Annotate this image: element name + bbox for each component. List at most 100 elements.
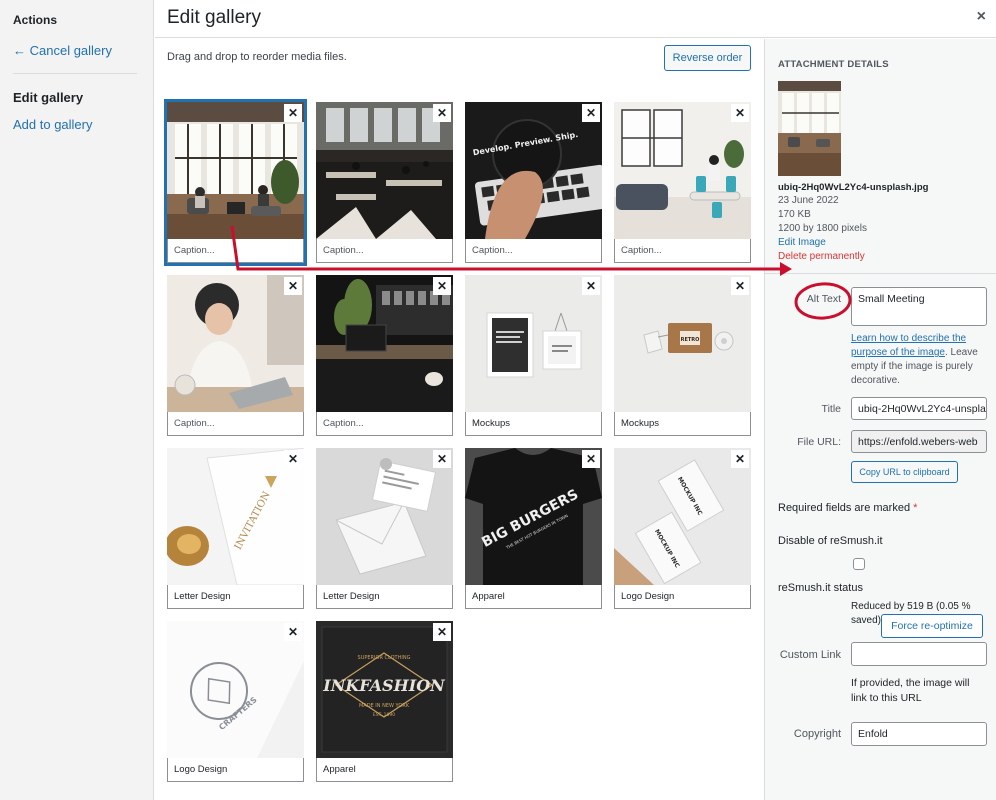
gallery-tile[interactable]: BIG BURGERS THE BEST HOT BURGERS IN TOWN…	[465, 448, 602, 609]
remove-icon[interactable]: ✕	[284, 277, 302, 295]
custom-link-field[interactable]	[851, 642, 987, 666]
gallery-tile[interactable]: ✕ Letter Design	[316, 448, 453, 609]
gallery-tile[interactable]: SUPERIOR CLOTHING INKFASHION MADE IN NEW…	[316, 621, 453, 782]
gallery-tile[interactable]: ✕ Mockups	[465, 275, 602, 436]
image-thumbnail[interactable]	[316, 448, 453, 585]
copy-url-button[interactable]: Copy URL to clipboard	[851, 461, 958, 483]
attachment-details-panel: ATTACHMENT DETAILS ubiq-2Hq0WvL2Yc4-unsp…	[764, 39, 996, 800]
actions-heading: Actions	[13, 13, 58, 27]
caption-field[interactable]: Letter Design	[167, 585, 304, 609]
image-thumbnail[interactable]	[614, 102, 751, 239]
attachment-filesize: 170 KB	[778, 209, 811, 220]
caption-field[interactable]: Apparel	[316, 758, 453, 782]
alt-text-help: Learn how to describe the purpose of the…	[851, 332, 991, 388]
remove-icon[interactable]: ✕	[731, 277, 749, 295]
ink-bottom-text: MADE IN NEW YORK	[359, 703, 410, 709]
remove-icon[interactable]: ✕	[284, 450, 302, 468]
title-field[interactable]: ubiq-2Hq0WvL2Yc4-unsplash	[851, 397, 987, 420]
gallery-tile[interactable]: ✕ Caption...	[164, 99, 307, 266]
delete-permanently-link[interactable]: Delete permanently	[778, 251, 865, 262]
caption-field[interactable]: Caption...	[167, 239, 304, 263]
alt-text-field[interactable]: Small Meeting	[851, 287, 987, 326]
ink-top-text: SUPERIOR CLOTHING	[358, 655, 411, 661]
attachment-filename: ubiq-2Hq0WvL2Yc4-unsplash.jpg	[778, 182, 929, 193]
required-fields-text: Required fields are marked	[778, 502, 911, 514]
remove-icon[interactable]: ✕	[731, 450, 749, 468]
copyright-field[interactable]: Enfold	[851, 722, 987, 746]
gallery-tile[interactable]: ✕ Caption...	[316, 102, 453, 263]
force-reoptimize-button[interactable]: Force re-optimize	[881, 614, 983, 638]
remove-icon[interactable]: ✕	[284, 623, 302, 641]
gallery-area: Drag and drop to reorder media files. Re…	[155, 39, 763, 800]
gallery-tile[interactable]: Develop. Preview. Ship. ✕ Caption...	[465, 102, 602, 263]
attachment-date: 23 June 2022	[778, 195, 839, 206]
caption-field[interactable]: Letter Design	[316, 585, 453, 609]
image-thumbnail[interactable]: CRAFTERS	[167, 621, 304, 758]
gallery-tile[interactable]: ✕ Caption...	[316, 275, 453, 436]
details-divider	[765, 273, 996, 274]
gallery-tile[interactable]: INVITATION ✕ Letter Design	[167, 448, 304, 609]
copyright-label: Copyright	[793, 728, 841, 740]
page-title: Edit gallery	[167, 7, 261, 28]
attachment-details-heading: ATTACHMENT DETAILS	[778, 59, 889, 70]
remove-icon[interactable]: ✕	[433, 450, 451, 468]
gallery-tile[interactable]: RETRO ✕ Mockups	[614, 275, 751, 436]
remove-icon[interactable]: ✕	[433, 277, 451, 295]
remove-icon[interactable]: ✕	[731, 104, 749, 122]
disable-resmush-checkbox[interactable]	[853, 558, 865, 570]
image-thumbnail[interactable]: Develop. Preview. Ship.	[465, 102, 602, 239]
remove-icon[interactable]: ✕	[284, 104, 302, 122]
resmush-status-label: reSmush.it status	[778, 582, 863, 594]
gallery-tile[interactable]: CRAFTERS ✕ Logo Design	[167, 621, 304, 782]
image-thumbnail[interactable]	[316, 102, 453, 239]
caption-field[interactable]: Caption...	[614, 239, 751, 263]
file-url-field[interactable]: https://enfold.webers-web	[851, 430, 987, 453]
ink-est-text: EST. 1890	[373, 712, 395, 718]
image-thumbnail[interactable]	[465, 275, 602, 412]
gallery-tile[interactable]: MOCKUP INC MOCKUP INC ✕ Logo Design	[614, 448, 751, 609]
image-thumbnail[interactable]: RETRO	[614, 275, 751, 412]
sidebar-item-add-to-gallery[interactable]: Add to gallery	[13, 117, 93, 132]
edit-image-link[interactable]: Edit Image	[778, 237, 826, 248]
image-thumbnail[interactable]: SUPERIOR CLOTHING INKFASHION MADE IN NEW…	[316, 621, 453, 758]
close-icon[interactable]: ×	[977, 8, 986, 26]
remove-icon[interactable]: ✕	[433, 104, 451, 122]
modal-header: Edit gallery ×	[155, 0, 996, 38]
remove-icon[interactable]: ✕	[582, 450, 600, 468]
caption-field[interactable]: Caption...	[316, 412, 453, 436]
caption-field[interactable]: Mockups	[614, 412, 751, 436]
caption-field[interactable]: Mockups	[465, 412, 602, 436]
required-fields-note: Required fields are marked *	[778, 502, 917, 514]
sidebar-item-edit-gallery[interactable]: Edit gallery	[13, 90, 83, 105]
gallery-tile[interactable]: ✕ Caption...	[167, 275, 304, 436]
image-thumbnail[interactable]: INVITATION	[167, 448, 304, 585]
attachment-dimensions: 1200 by 1800 pixels	[778, 223, 867, 234]
alt-text-label: Alt Text	[806, 293, 841, 305]
reverse-order-button[interactable]: Reverse order	[664, 45, 751, 71]
caption-field[interactable]: Caption...	[465, 239, 602, 263]
remove-icon[interactable]: ✕	[582, 104, 600, 122]
title-label: Title	[821, 403, 841, 415]
gallery-tile[interactable]: ✕ Caption...	[614, 102, 751, 263]
caption-field[interactable]: Logo Design	[167, 758, 304, 782]
retro-card-text: RETRO	[681, 337, 700, 343]
reorder-hint: Drag and drop to reorder media files.	[167, 51, 347, 63]
disable-resmush-label: Disable of reSmush.it	[778, 535, 883, 547]
remove-icon[interactable]: ✕	[433, 623, 451, 641]
remove-icon[interactable]: ✕	[582, 277, 600, 295]
custom-link-label: Custom Link	[779, 649, 841, 661]
caption-field[interactable]: Caption...	[167, 412, 304, 436]
caption-field[interactable]: Apparel	[465, 585, 602, 609]
cancel-gallery-link[interactable]: ← Cancel gallery	[13, 43, 112, 58]
caption-field[interactable]: Caption...	[316, 239, 453, 263]
image-thumbnail[interactable]	[316, 275, 453, 412]
attachment-thumbnail	[778, 81, 841, 176]
image-thumbnail[interactable]	[167, 102, 304, 239]
caption-field[interactable]: Logo Design	[614, 585, 751, 609]
image-thumbnail[interactable]	[167, 275, 304, 412]
ink-main-text: INKFASHION	[322, 676, 446, 695]
file-url-label: File URL:	[797, 436, 841, 448]
media-sidebar: Actions ← Cancel gallery Edit gallery Ad…	[0, 0, 154, 800]
image-thumbnail[interactable]: BIG BURGERS THE BEST HOT BURGERS IN TOWN	[465, 448, 602, 585]
image-thumbnail[interactable]: MOCKUP INC MOCKUP INC	[614, 448, 751, 585]
